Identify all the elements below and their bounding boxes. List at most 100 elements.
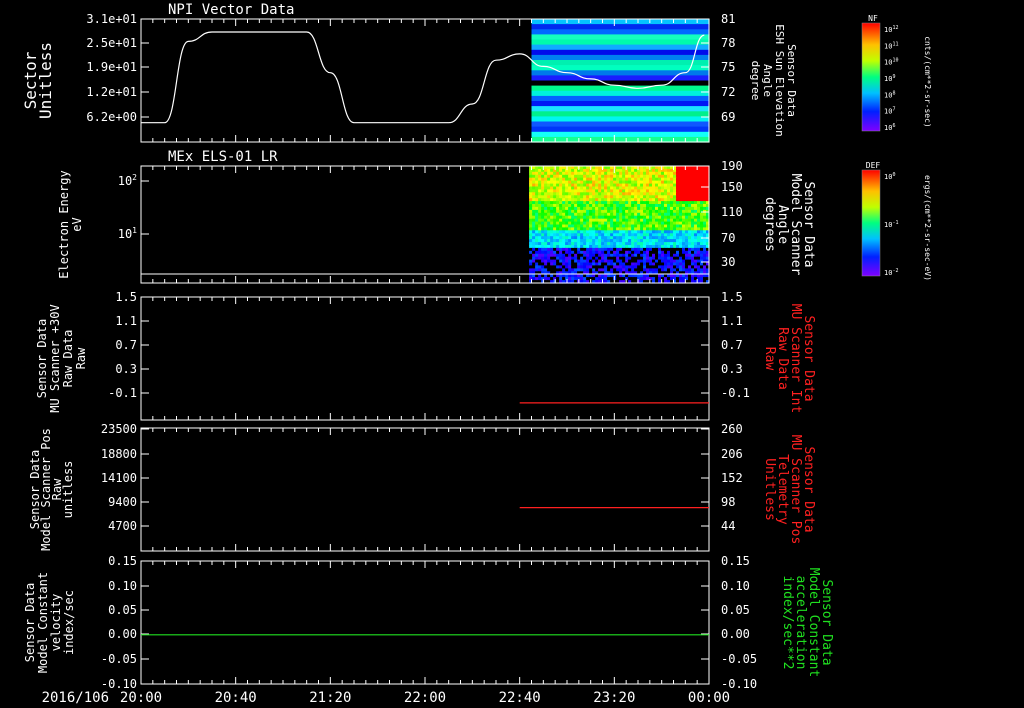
y-right-tick-label: 1.1: [721, 314, 743, 328]
y-tick-label: 23500: [101, 422, 137, 436]
y-axis-label: unitless: [61, 461, 75, 519]
y-right-tick-label: 206: [721, 447, 743, 461]
colorbar-tick-label: 1011: [884, 41, 898, 50]
colorbar-1: NF101210111010109108107106 cnts/(cm**2-sr…: [861, 14, 932, 132]
date-label: 2016/106: [42, 690, 109, 706]
colorbar-tick-exponent: 8: [892, 90, 895, 96]
y-right-tick-label: 98: [721, 495, 735, 509]
colorbars-layer: NF101210111010109108107106 cnts/(cm**2-sr…: [861, 14, 932, 281]
y-right-tick-label: 260: [721, 422, 743, 436]
panel-4: 235001880014100940047002602061529844Sens…: [28, 422, 816, 552]
y-right-tick-label: 44: [721, 519, 735, 533]
spectrogram: [529, 166, 710, 284]
time-tick-label: 22:40: [499, 690, 541, 706]
y-axis-label: Raw Data: [61, 330, 75, 388]
colorbar-units: cnts/(cm**2-sr-sec): [923, 36, 932, 128]
spectrogram-cell: [531, 75, 710, 82]
y-tick-exponent: 2: [132, 173, 137, 182]
colorbar-tick-label: 107: [884, 107, 895, 116]
y-tick-label: 101: [118, 226, 137, 241]
y-tick-label: 6.2e+00: [86, 110, 137, 124]
spectrogram-cell: [531, 106, 710, 112]
y-tick-label: 14100: [101, 471, 137, 485]
spectrogram-cell: [531, 44, 710, 51]
panel-3: 1.5 1.1 0.7 0.3 -0.1 1.5 1.1 0.7 0.3 -0.1 Sensor D…: [35, 290, 816, 421]
colorbar-tick-exponent: 10: [892, 58, 898, 64]
spectrogram-cell: [531, 39, 710, 46]
colorbar-tick-label: 1012: [884, 25, 898, 34]
y-right-axis-label: Unitless: [762, 458, 777, 521]
y-tick-label: 4700: [108, 519, 137, 533]
spectrogram-cell: [531, 95, 710, 102]
y-tick-label: 1.1: [115, 314, 137, 328]
y-tick-exponent: 1: [132, 226, 137, 235]
y-tick-label: -0.1: [108, 386, 137, 400]
y-tick-label: 0.3: [115, 362, 137, 376]
y-tick-label: -0.10: [101, 677, 137, 691]
y-right-tick-label: 30: [721, 255, 735, 269]
y-right-tick-label: 152: [721, 471, 743, 485]
colorbar-gradient: [861, 169, 881, 277]
colorbar-tick-label: 108: [884, 90, 895, 99]
y-right-tick-label: 110: [721, 205, 743, 219]
colorbar-tick-label: 1010: [884, 58, 898, 67]
spectrogram-cell: [531, 85, 710, 92]
plot-frame: [140, 296, 710, 421]
y-right-tick-label: 150: [721, 180, 743, 194]
y-axis-label: MU Scanner +30V: [48, 304, 62, 412]
colorbar-tick-exponent: 9: [892, 74, 895, 80]
spectrogram: [531, 19, 710, 143]
colorbar-tick-label: 10-2: [884, 268, 898, 277]
y-right-tick-label: 0.3: [721, 362, 743, 376]
colorbar-tick-exponent: 11: [892, 41, 898, 47]
panel-1: 3.1e+01 2.5e+01 1.9e+01 1.2e+01 6.2e+00 81 78 7…: [21, 2, 798, 143]
spectrogram-cell: [531, 29, 710, 35]
y-axis-label: Electron Energy: [57, 170, 71, 278]
time-tick-label: 20:40: [215, 690, 257, 706]
colorbar-tick-label: 10-1: [884, 220, 898, 229]
colorbar-tick-exponent: 12: [892, 25, 898, 31]
y-right-tick-label: 0.15: [721, 554, 750, 568]
y-right-tick-label: 0.05: [721, 603, 750, 617]
y-right-tick-label: 0.10: [721, 579, 750, 593]
spectrogram-cell: [531, 34, 710, 41]
y-right-tick-label: -0.10: [721, 677, 757, 691]
y-right-axis-label: index/sec**2: [780, 576, 795, 670]
spectrogram-cell: [531, 90, 710, 97]
colorbar-tick-exponent: 7: [892, 107, 895, 113]
y-right-tick-label: 75: [721, 60, 735, 74]
plot-frame: [140, 427, 710, 552]
time-tick-label: 00:00: [688, 690, 730, 706]
y-axis-label: Sensor Data: [23, 583, 37, 662]
y-tick-label: 0.7: [115, 338, 137, 352]
spectrogram-cell: [531, 54, 710, 61]
y-tick-label: 0.05: [108, 603, 137, 617]
time-tick-label: 22:00: [404, 690, 446, 706]
y-axis-label: Unitless: [36, 42, 55, 119]
time-tick-label: 20:00: [120, 690, 162, 706]
y-tick-label: 3.1e+01: [86, 12, 137, 26]
panels-layer: 3.1e+01 2.5e+01 1.9e+01 1.2e+01 6.2e+00 81 78 7…: [21, 2, 834, 691]
spectrogram-cell: [531, 60, 710, 66]
colorbar-tick-label: 106: [884, 123, 895, 132]
spectrogram-cell: [531, 101, 710, 107]
y-right-tick-label: -0.05: [721, 652, 757, 666]
y-right-tick-label: 72: [721, 85, 735, 99]
time-axis: 2016/106 20:00 20:40 21:20 22:00 22:40 23:20 00…: [42, 690, 731, 706]
panel-2: 102 101 190 150 110 70 30 MEx ELS-01 LR Electron…: [57, 149, 816, 284]
panel-title: MEx ELS-01 LR: [168, 149, 278, 165]
y-right-tick-label: 78: [721, 36, 735, 50]
y-tick-label: -0.05: [101, 652, 137, 666]
y-tick-label: 0.10: [108, 579, 137, 593]
spectrogram-cell: [531, 126, 710, 133]
y-tick-label: 18800: [101, 447, 137, 461]
colorbar-tick-label: 109: [884, 74, 895, 83]
colorbar-units: ergs/(cm**2-sr-sec-eV): [923, 175, 932, 281]
y-right-tick-label: 190: [721, 159, 743, 173]
y-tick-label: 1.9e+01: [86, 60, 137, 74]
chart-figure: 3.1e+012.5e+011.9e+011.2e+016.2e+0081787…: [21, 2, 932, 706]
plot-frame: [140, 560, 710, 685]
y-right-tick-label: 70: [721, 231, 735, 245]
y-right-axis-label: degree: [749, 61, 762, 101]
y-tick-label: 9400: [108, 495, 137, 509]
